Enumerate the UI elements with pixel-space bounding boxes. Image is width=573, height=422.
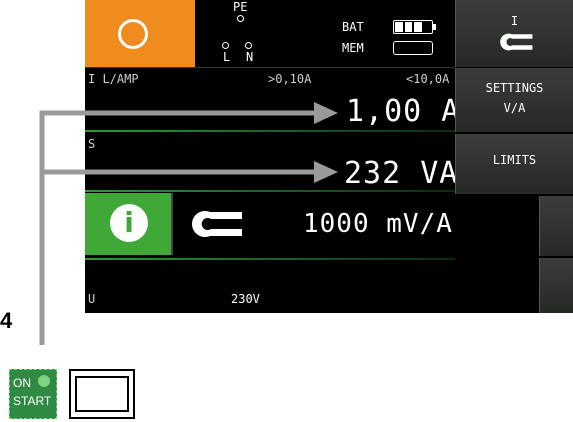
on-start-button[interactable]: ON START [9, 369, 57, 419]
start-label: START [13, 394, 52, 408]
chevron-down-icon [38, 375, 50, 387]
callout-arrows [39, 102, 338, 345]
key-button-inner [75, 376, 129, 412]
on-label: ON [13, 376, 31, 390]
callout-number: 4 [0, 308, 13, 333]
